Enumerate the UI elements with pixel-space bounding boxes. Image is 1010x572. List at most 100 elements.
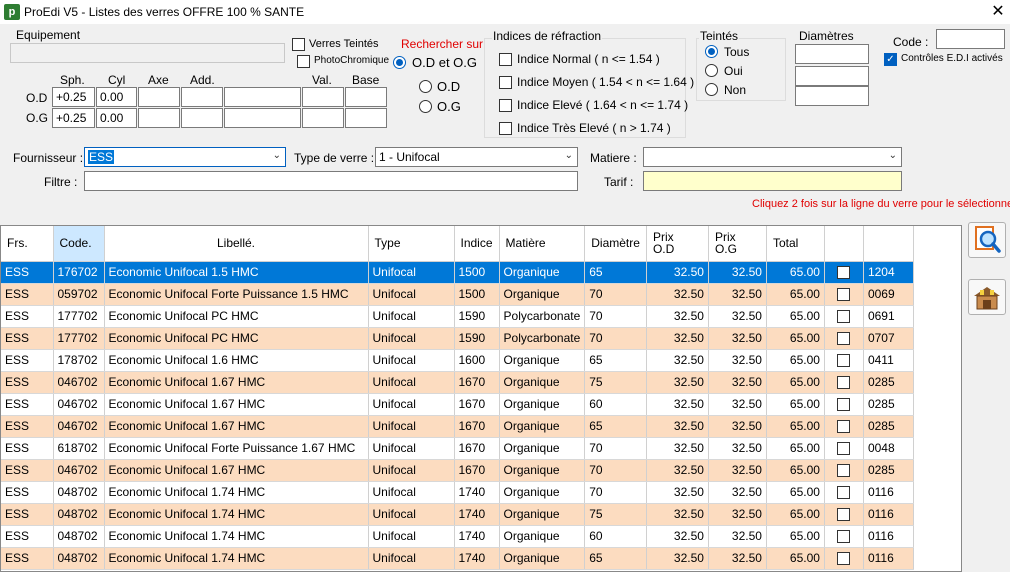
od-cyl-field[interactable]: 0.00 <box>96 87 137 107</box>
od-add-field[interactable] <box>181 87 223 107</box>
code-field[interactable] <box>936 29 1005 49</box>
indice-moyen-checkbox[interactable] <box>499 76 512 89</box>
row-checkbox[interactable] <box>837 376 851 390</box>
og-cyl-field[interactable]: 0.00 <box>96 108 137 128</box>
column-header[interactable]: Matière <box>499 226 586 262</box>
verres-table-container[interactable]: Frs. Code. Libellé. Type Indice Matière Diamèt… <box>0 225 962 572</box>
close-icon[interactable]: ✕ <box>988 2 1008 22</box>
matiere-select[interactable]: ⌄ <box>643 147 902 167</box>
table-cell: 70 <box>584 305 647 328</box>
row-checkbox-cell[interactable] <box>824 503 864 526</box>
og-base-field[interactable] <box>345 108 387 128</box>
equipement-field[interactable] <box>10 43 285 63</box>
column-header[interactable]: Diamètre <box>584 226 647 262</box>
og-extra-field[interactable] <box>224 108 301 128</box>
row-checkbox[interactable] <box>837 486 851 500</box>
og-val-field[interactable] <box>302 108 344 128</box>
verres-teintes-checkbox[interactable] <box>292 38 305 51</box>
column-header[interactable]: Libellé. <box>104 226 369 262</box>
photochromique-checkbox[interactable] <box>297 55 310 68</box>
indice-normal-checkbox[interactable] <box>499 53 512 66</box>
row-checkbox-cell[interactable] <box>824 283 864 306</box>
row-checkbox[interactable] <box>837 442 851 456</box>
row-checkbox-cell[interactable] <box>824 349 864 372</box>
column-header[interactable]: Code. <box>53 226 105 262</box>
table-cell: 32.50 <box>708 305 767 328</box>
type-verre-select[interactable]: 1 - Unifocal ⌄ <box>375 147 578 167</box>
table-row[interactable]: ESS 048702 Economic Unifocal 1.74 HMC Unifo… <box>1 503 914 526</box>
rechercher-og-radio[interactable] <box>419 100 432 113</box>
od-base-field[interactable] <box>345 87 387 107</box>
row-checkbox[interactable] <box>837 266 851 280</box>
filtre-field[interactable] <box>84 171 578 191</box>
row-checkbox[interactable] <box>837 310 851 324</box>
search-document-button[interactable] <box>968 222 1006 258</box>
od-val-field[interactable] <box>302 87 344 107</box>
row-checkbox[interactable] <box>837 288 851 302</box>
table-row[interactable]: ESS 176702 Economic Unifocal 1.5 HMC Unifoc… <box>1 261 914 284</box>
row-checkbox-cell[interactable] <box>824 525 864 548</box>
table-row[interactable]: ESS 046702 Economic Unifocal 1.67 HMC Unifo… <box>1 459 914 482</box>
row-checkbox[interactable] <box>837 398 851 412</box>
row-checkbox-cell[interactable] <box>824 327 864 350</box>
table-row[interactable]: ESS 178702 Economic Unifocal 1.6 HMC Unifoc… <box>1 349 914 372</box>
diametre-field-3[interactable] <box>795 86 869 106</box>
row-checkbox-cell[interactable] <box>824 437 864 460</box>
row-checkbox-cell[interactable] <box>824 459 864 482</box>
row-checkbox[interactable] <box>837 530 851 544</box>
table-row[interactable]: ESS 046702 Economic Unifocal 1.67 HMC Unifo… <box>1 393 914 416</box>
row-checkbox[interactable] <box>837 420 851 434</box>
row-checkbox-cell[interactable] <box>824 393 864 416</box>
row-checkbox[interactable] <box>837 464 851 478</box>
table-cell: Economic Unifocal 1.74 HMC <box>104 525 369 548</box>
diametre-field-1[interactable] <box>795 44 869 64</box>
teintes-non-radio[interactable] <box>705 83 718 96</box>
column-header[interactable]: Indice <box>454 226 500 262</box>
table-row[interactable]: ESS 177702 Economic Unifocal PC HMC Unifoca… <box>1 327 914 350</box>
column-header[interactable]: Prix O.D <box>646 226 709 262</box>
controles-edi-checkbox[interactable]: ✓ <box>884 53 897 66</box>
row-checkbox[interactable] <box>837 552 851 566</box>
stock-button[interactable] <box>968 279 1006 315</box>
og-axe-field[interactable] <box>138 108 180 128</box>
column-header[interactable]: Frs. <box>1 226 54 262</box>
teintes-oui-radio[interactable] <box>705 64 718 77</box>
rechercher-od-og-radio[interactable] <box>393 56 406 69</box>
table-row[interactable]: ESS 046702 Economic Unifocal 1.67 HMC Unifo… <box>1 371 914 394</box>
table-row[interactable]: ESS 618702 Economic Unifocal Forte Puissan… <box>1 437 914 460</box>
rechercher-od-radio[interactable] <box>419 80 432 93</box>
row-checkbox-cell[interactable] <box>824 261 864 284</box>
od-extra-field[interactable] <box>224 87 301 107</box>
column-header[interactable] <box>863 226 914 262</box>
indice-eleve-checkbox[interactable] <box>499 99 512 112</box>
column-header[interactable] <box>824 226 864 262</box>
table-cell: 65.00 <box>766 503 825 526</box>
fournisseur-value: ESS <box>88 150 115 164</box>
table-row[interactable]: ESS 177702 Economic Unifocal PC HMC Unifoca… <box>1 305 914 328</box>
row-checkbox-cell[interactable] <box>824 481 864 504</box>
row-checkbox[interactable] <box>837 354 851 368</box>
table-row[interactable]: ESS 048702 Economic Unifocal 1.74 HMC Unifo… <box>1 547 914 570</box>
fournisseur-select[interactable]: ESS ⌄ <box>84 147 286 167</box>
column-header[interactable]: Type <box>368 226 455 262</box>
row-checkbox-cell[interactable] <box>824 547 864 570</box>
row-checkbox[interactable] <box>837 508 851 522</box>
teintes-tous-radio[interactable] <box>705 45 718 58</box>
row-checkbox-cell[interactable] <box>824 305 864 328</box>
row-checkbox-cell[interactable] <box>824 371 864 394</box>
table-row[interactable]: ESS 048702 Economic Unifocal 1.74 HMC Unifo… <box>1 525 914 548</box>
table-row[interactable]: ESS 048702 Economic Unifocal 1.74 HMC Unifo… <box>1 481 914 504</box>
row-checkbox[interactable] <box>837 332 851 346</box>
og-sph-field[interactable]: +0.25 <box>52 108 95 128</box>
indice-tres-eleve-checkbox[interactable] <box>499 122 512 135</box>
column-header[interactable]: Prix O.G <box>708 226 767 262</box>
column-header[interactable]: Total <box>766 226 825 262</box>
od-axe-field[interactable] <box>138 87 180 107</box>
tarif-field[interactable] <box>643 171 902 191</box>
table-row[interactable]: ESS 046702 Economic Unifocal 1.67 HMC Unifo… <box>1 415 914 438</box>
row-checkbox-cell[interactable] <box>824 415 864 438</box>
diametre-field-2[interactable] <box>795 66 869 86</box>
od-sph-field[interactable]: +0.25 <box>52 87 95 107</box>
table-row[interactable]: ESS 059702 Economic Unifocal Forte Puissan… <box>1 283 914 306</box>
og-add-field[interactable] <box>181 108 223 128</box>
